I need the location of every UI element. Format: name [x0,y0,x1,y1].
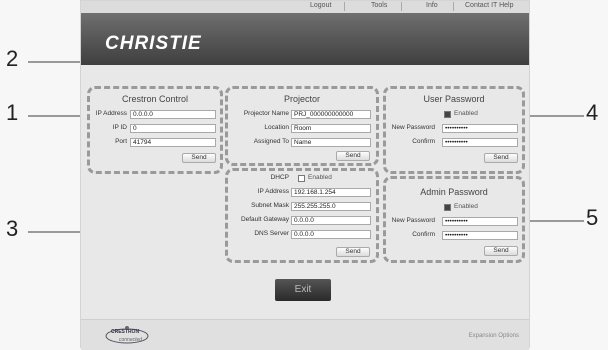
assigned-to-label: Assigned To [253,138,289,145]
location-field[interactable]: Room [291,124,371,133]
admin-password-enabled-checkbox[interactable] [444,204,451,211]
dns-server-field[interactable]: 0.0.0.0 [291,230,371,239]
expansion-options-link[interactable]: Expansion Options [469,333,519,339]
user-password-panel: User Password Enabled New Password •••••… [383,86,525,174]
projector-name-field[interactable]: PRJ_000000000000 [291,110,371,119]
dhcp-label: DHCP [270,174,289,181]
projector-name-label: Projector Name [243,110,289,117]
user-password-enabled-label: Enabled [454,110,478,117]
nav-separator [401,2,402,11]
exit-button[interactable]: Exit [275,279,331,301]
user-new-password-field[interactable]: •••••••••• [442,124,518,133]
crestron-control-panel: Crestron Control IP Address 0.0.0.0 IP I… [87,86,223,174]
user-confirm-label: Confirm [412,138,435,145]
admin-new-password-label: New Password [391,217,435,224]
network-ip-field[interactable]: 192.168.1.254 [291,188,371,197]
projector-title: Projector [283,94,320,104]
admin-password-send-button[interactable]: Send [484,246,518,256]
header-banner: CHRISTIE [81,13,529,65]
footer: CRESTRON connected Expansion Options [81,319,529,350]
crestron-brand-subtext: connected [119,337,143,343]
web-control-window: Logout Tools Info Contact IT Help CHRIST… [80,0,530,350]
projector-send-button[interactable]: Send [336,151,370,161]
user-password-title: User Password [423,94,485,104]
admin-password-panel: Admin Password Enabled New Password ••••… [383,176,525,263]
callout-5: 5 [586,205,599,230]
logout-link[interactable]: Logout [310,2,331,9]
user-password-enabled-checkbox[interactable] [444,111,451,118]
dhcp-checkbox[interactable] [298,175,305,182]
crestron-control-title: Crestron Control [121,94,189,104]
projector-panel: Projector Projector Name PRJ_00000000000… [225,86,379,166]
crestron-ipid-label: IP ID [112,124,127,131]
callout-4: 4 [586,100,599,125]
crestron-port-label: Port [115,138,127,145]
default-gateway-field[interactable]: 0.0.0.0 [291,216,371,225]
network-send-button[interactable]: Send [336,247,370,257]
top-navigation: Logout Tools Info Contact IT Help [81,1,529,13]
callout-1-line [28,115,86,117]
dns-server-label: DNS Server [254,230,289,237]
info-link[interactable]: Info [426,2,438,9]
crestron-port-field[interactable]: 41794 [130,138,216,147]
christie-logo: CHRISTIE [105,33,202,54]
location-label: Location [264,124,289,131]
user-password-send-button[interactable]: Send [484,153,518,163]
admin-new-password-field[interactable]: •••••••••• [442,217,518,226]
admin-password-title: Admin Password [420,187,488,197]
admin-confirm-field[interactable]: •••••••••• [442,231,518,240]
network-ip-label: IP Address [257,188,289,195]
admin-password-enabled-label: Enabled [454,203,478,210]
callout-4-line [528,115,584,117]
assigned-to-field[interactable]: Name [291,138,371,147]
nav-separator [453,2,454,11]
default-gateway-label: Default Gateway [240,216,289,223]
network-panel: DHCP Enabled IP Address 192.168.1.254 Su… [225,168,379,263]
callout-2: 2 [6,46,19,71]
crestron-ip-field[interactable]: 0.0.0.0 [130,110,216,119]
crestron-brand-text: CRESTRON [111,329,140,335]
subnet-mask-field[interactable]: 255.255.255.0 [291,202,371,211]
crestron-ipid-field[interactable]: 0 [130,124,216,133]
crestron-send-button[interactable]: Send [182,153,216,163]
nav-separator [344,2,345,11]
user-new-password-label: New Password [391,124,435,131]
callout-3: 3 [6,216,19,241]
crestron-ip-label: IP Address [95,110,127,117]
callout-5-line [528,220,584,222]
tools-link[interactable]: Tools [371,2,387,9]
callout-1: 1 [6,100,19,125]
subnet-mask-label: Subnet Mask [251,202,289,209]
dhcp-enabled-label: Enabled [308,174,332,181]
contact-it-help-link[interactable]: Contact IT Help [465,2,514,9]
user-confirm-field[interactable]: •••••••••• [442,138,518,147]
admin-confirm-label: Confirm [412,231,435,238]
